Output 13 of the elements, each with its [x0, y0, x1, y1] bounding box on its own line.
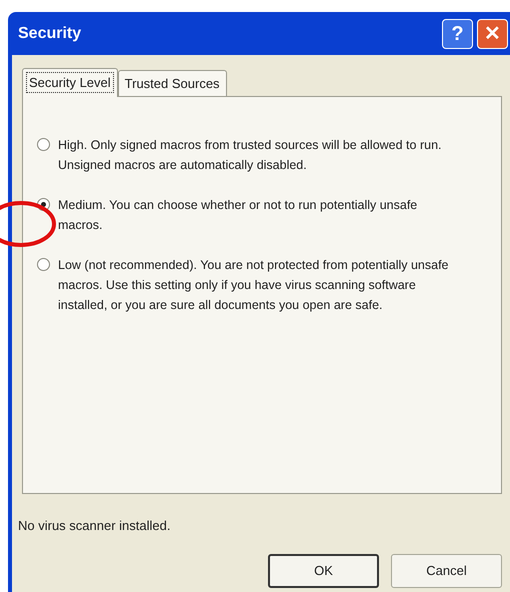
radio-button[interactable] [37, 138, 50, 151]
radio-button[interactable] [37, 258, 50, 271]
window-title: Security [18, 24, 82, 44]
tab[interactable]: Security Level [22, 68, 118, 97]
status-text: No virus scanner installed. [18, 517, 172, 535]
option-label: High. Only signed macros from trusted sources will be allowed to run. Unsigned macros are automatically disabled. [58, 137, 442, 174]
cancel-button[interactable]: Cancel [391, 554, 502, 588]
option-label: Medium. You can choose whether or not to run potentially unsafe macros. [58, 197, 418, 234]
close-button[interactable]: ✕ [477, 18, 508, 48]
option-label: Low (not recommended). You are not protected from potentially unsafe macros. Use this setting only if you have virus scanning software installed, or you are sure all documents you open are safe. [58, 257, 450, 314]
tab[interactable]: Trusted Sources [118, 70, 227, 96]
ok-button[interactable]: OK [268, 554, 379, 588]
help-button[interactable]: ? [442, 18, 473, 48]
